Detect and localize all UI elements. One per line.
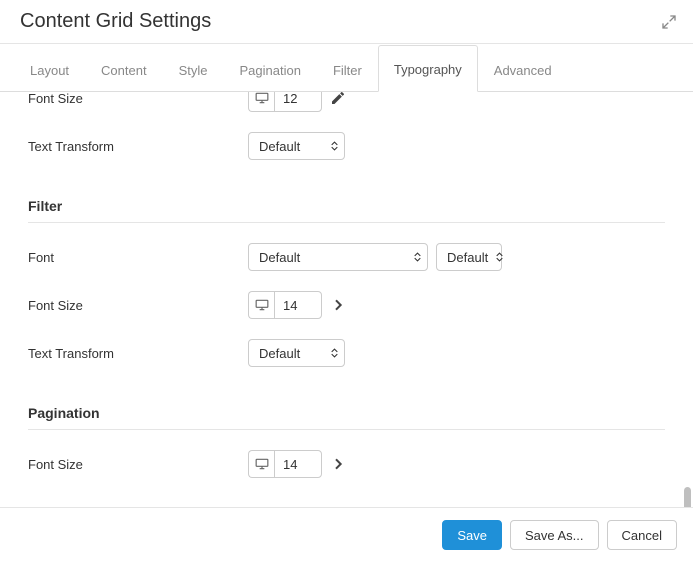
modal-header: Content Grid Settings xyxy=(0,0,693,44)
save-as-button[interactable]: Save As... xyxy=(510,520,599,550)
cancel-button[interactable]: Cancel xyxy=(607,520,677,550)
label-font-size: Font Size xyxy=(28,298,248,313)
tab-style[interactable]: Style xyxy=(163,46,224,92)
row-text-transform-top: Text Transform Default xyxy=(28,122,665,170)
tab-label: Advanced xyxy=(494,63,552,78)
select-value: Default xyxy=(447,250,488,265)
row-filter-font-size: Font Size xyxy=(28,281,665,329)
label-text-transform: Text Transform xyxy=(28,139,248,154)
label-text-transform: Text Transform xyxy=(28,346,248,361)
modal-footer: Save Save As... Cancel xyxy=(0,507,693,562)
desktop-icon[interactable] xyxy=(248,450,274,478)
settings-body: Font Size Text Transform Default xyxy=(0,92,693,507)
select-caret-icon xyxy=(331,141,338,151)
chevron-right-icon[interactable] xyxy=(330,297,346,313)
select-caret-icon xyxy=(414,252,421,262)
tab-content[interactable]: Content xyxy=(85,46,163,92)
tab-advanced[interactable]: Advanced xyxy=(478,46,568,92)
row-font-size-top: Font Size xyxy=(28,92,665,122)
row-pagination-font-size: Font Size xyxy=(28,440,665,488)
tab-label: Layout xyxy=(30,63,69,78)
font-size-input-group xyxy=(248,291,322,319)
font-weight-select[interactable]: Default xyxy=(436,243,502,271)
select-caret-icon xyxy=(331,348,338,358)
font-family-select[interactable]: Default xyxy=(248,243,428,271)
tab-label: Filter xyxy=(333,63,362,78)
select-value: Default xyxy=(259,346,300,361)
row-filter-font: Font Default Default xyxy=(28,233,665,281)
font-size-input[interactable] xyxy=(274,92,322,112)
font-size-input-group xyxy=(248,450,322,478)
desktop-icon[interactable] xyxy=(248,92,274,112)
text-transform-select[interactable]: Default xyxy=(248,339,345,367)
tab-label: Pagination xyxy=(240,63,301,78)
font-size-input[interactable] xyxy=(274,450,322,478)
desktop-icon[interactable] xyxy=(248,291,274,319)
text-transform-select[interactable]: Default xyxy=(248,132,345,160)
row-filter-text-transform: Text Transform Default xyxy=(28,329,665,377)
pencil-icon[interactable] xyxy=(330,92,346,106)
tab-label: Typography xyxy=(394,62,462,77)
tab-filter[interactable]: Filter xyxy=(317,46,378,92)
tab-label: Content xyxy=(101,63,147,78)
font-size-input-group xyxy=(248,92,322,112)
label-font: Font xyxy=(28,250,248,265)
save-button[interactable]: Save xyxy=(442,520,502,550)
select-caret-icon xyxy=(496,252,503,262)
select-value: Default xyxy=(259,139,300,154)
section-title-filter: Filter xyxy=(28,170,665,223)
select-value: Default xyxy=(259,250,300,265)
tab-typography[interactable]: Typography xyxy=(378,45,478,92)
label-font-size: Font Size xyxy=(28,457,248,472)
tab-pagination[interactable]: Pagination xyxy=(224,46,317,92)
font-size-input[interactable] xyxy=(274,291,322,319)
scrollbar-thumb[interactable] xyxy=(684,487,691,507)
tab-label: Style xyxy=(179,63,208,78)
modal-title: Content Grid Settings xyxy=(20,10,211,33)
tab-layout[interactable]: Layout xyxy=(14,46,85,92)
section-title-pagination: Pagination xyxy=(28,377,665,430)
expand-icon[interactable] xyxy=(661,14,677,30)
tab-bar: Layout Content Style Pagination Filter T… xyxy=(0,44,693,92)
chevron-right-icon[interactable] xyxy=(330,456,346,472)
label-font-size: Font Size xyxy=(28,92,248,106)
